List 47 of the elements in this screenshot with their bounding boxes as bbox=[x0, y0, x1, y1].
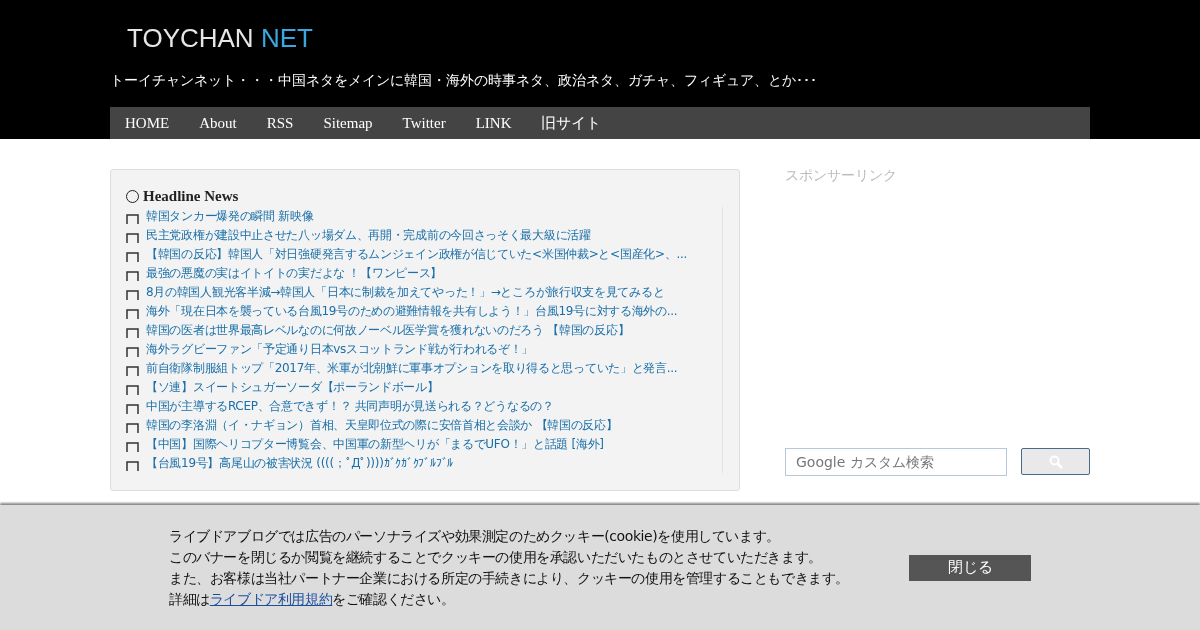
headline-link[interactable]: 【中国】国際ヘリコプター博覧会、中国軍の新型ヘリが「まるでUFO！」と話題 [海外] bbox=[146, 436, 604, 453]
cookie-notice-text: ライブドアブログでは広告のパーソナライズや効果測定のためクッキー(cookie)を使用しています。 bbox=[169, 526, 781, 546]
headline-link[interactable]: 韓国タンカー爆発の瞬間 新映像 bbox=[146, 208, 314, 225]
headline-link[interactable]: 前自衛隊制服組トップ「2017年、米軍が北朝鮮に軍事オプションを取り得ると思っていた」と発言... bbox=[146, 360, 678, 377]
bullet-icon bbox=[126, 422, 139, 433]
headline-link[interactable]: 海外「現在日本を襲っている台風19号のための避難情報を共有しよう！」台風19号に対する海外の... bbox=[146, 303, 678, 320]
sponsor-label: スポンサーリンク bbox=[785, 167, 898, 185]
search-field[interactable]: Google カスタム検索 bbox=[785, 448, 1007, 476]
site-tagline: トーイチャンネット・・・中国ネタをメインに韓国・海外の時事ネタ、政治ネタ、ガチャ、フィギュア、とか･･･ bbox=[110, 71, 818, 90]
bullet-icon bbox=[126, 270, 139, 281]
bullet-icon bbox=[126, 289, 139, 300]
bullet-icon bbox=[126, 308, 139, 319]
headline-link[interactable]: 韓国の李洛淵（イ・ナギョン）首相、天皇即位式の際に安倍首相と会談か 【韓国の反応】 bbox=[146, 417, 618, 434]
terms-link[interactable]: ライブドア利用規約 bbox=[209, 590, 333, 607]
nav-link[interactable]: 旧サイト bbox=[541, 113, 602, 133]
headline-link[interactable]: 韓国の医者は世界最高レベルなのに何故ノーベル医学賞を獲れないのだろう 【韓国の反応】 bbox=[146, 322, 630, 339]
bullet-icon bbox=[126, 232, 139, 243]
headline-link[interactable]: 最強の悪魔の実はイトイトの実だよな ！【ワンピース】 bbox=[146, 265, 442, 282]
bullet-icon bbox=[126, 251, 139, 262]
headline-link[interactable]: 【ソ連】スイートシュガーソーダ【ポーランドボール】 bbox=[146, 379, 439, 396]
panel-title: Headline News bbox=[143, 187, 239, 205]
bullet-icon bbox=[126, 365, 139, 376]
cookie-notice-text: 詳細はライブドア利用規約をご確認ください。 bbox=[169, 589, 456, 609]
bullet-icon bbox=[126, 346, 139, 357]
bullet-icon bbox=[126, 403, 139, 414]
bullet-icon bbox=[126, 384, 139, 395]
search-button[interactable] bbox=[1021, 448, 1090, 475]
bullet-icon bbox=[126, 460, 139, 471]
headline-link[interactable]: 【台風19号】高尾山の被害状況 ((((；ﾟДﾟ))))ｶﾞｸｶﾞｸﾌﾞﾙﾌﾞﾙ bbox=[146, 455, 454, 472]
site-logo[interactable]: TOYCHAN NET bbox=[127, 22, 313, 54]
nav-link[interactable]: Twitter bbox=[402, 114, 446, 132]
cookie-notice-text: また、お客様は当社パートナー企業における所定の手続きにより、クッキーの使用を管理することもできます。 bbox=[169, 568, 850, 588]
bullet-icon bbox=[126, 441, 139, 452]
nav-link[interactable]: Sitemap bbox=[323, 114, 373, 132]
cookie-notice-text: このバナーを閉じるか閲覧を継続することでクッキーの使用を承認いただいたものとさせていただきます。 bbox=[169, 547, 823, 567]
nav-link[interactable]: LINK bbox=[475, 114, 512, 132]
headline-link[interactable]: 中国が主導するRCEP、合意できず！？ 共同声明が見送られる？どうなるの？ bbox=[146, 398, 554, 415]
nav-link[interactable]: RSS bbox=[266, 114, 294, 132]
nav-link[interactable]: About bbox=[199, 114, 237, 132]
headline-link[interactable]: 【韓国の反応】韓国人「対日強硬発言するムンジェイン政権が信じていた<米国仲裁>と<国産化>、... bbox=[146, 246, 687, 263]
headline-link[interactable]: 海外ラグビーファン「予定通り日本vsスコットランド戦が行われるぞ！」 bbox=[146, 341, 534, 358]
nav-link[interactable]: HOME bbox=[125, 114, 170, 132]
bullet-icon bbox=[126, 327, 139, 338]
bullet-icon bbox=[126, 213, 139, 224]
headline-link[interactable]: 8月の韓国人観光客半減→韓国人「日本に制裁を加えてやった！」→ところが旅行収支を見てみると bbox=[146, 284, 665, 301]
headline-link[interactable]: 民主党政権が建設中止させた八ッ場ダム、再開・完成前の今回さっそく最大級に活躍 bbox=[146, 227, 591, 244]
close-button[interactable]: 閉じる bbox=[909, 554, 1031, 581]
